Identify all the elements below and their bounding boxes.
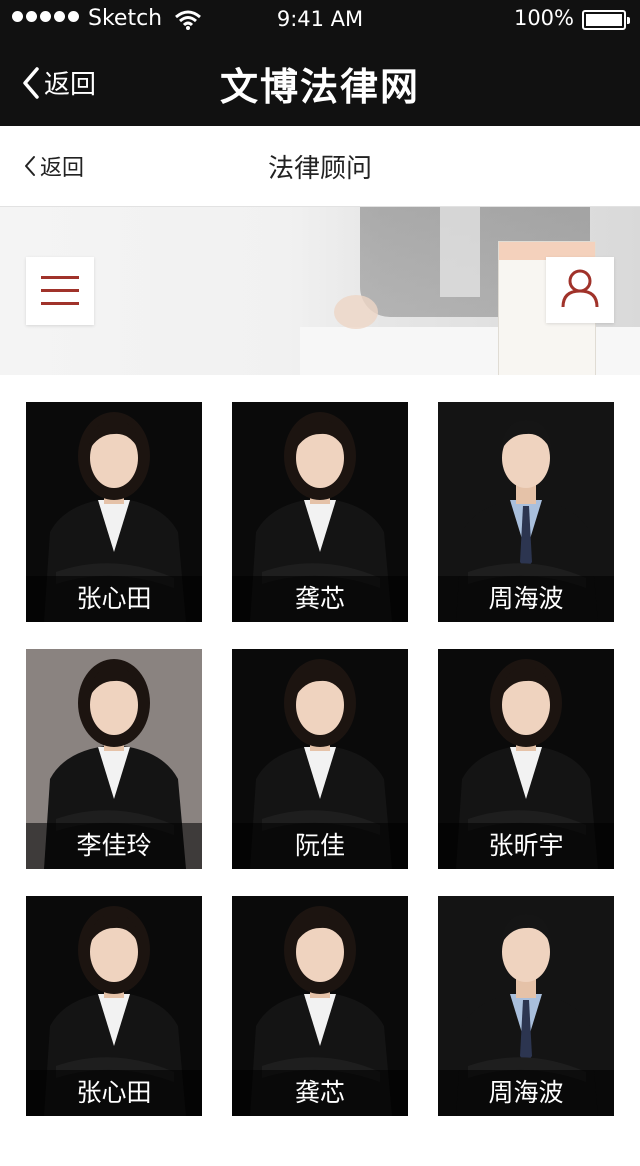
hamburger-menu-icon (41, 276, 79, 279)
lawyer-card[interactable]: 龚芯 (232, 402, 408, 622)
lawyer-card[interactable]: 龚芯 (232, 896, 408, 1116)
lawyer-card[interactable]: 周海波 (438, 896, 614, 1116)
lawyer-name: 周海波 (438, 576, 614, 622)
lawyer-name: 李佳玲 (26, 823, 202, 869)
menu-button[interactable] (26, 257, 94, 325)
lawyer-name: 阮佳 (232, 823, 408, 869)
page-title: 法律顾问 (267, 154, 372, 184)
lawyer-name: 张心田 (26, 576, 202, 622)
battery-percentage: 100% (513, 6, 574, 30)
lawyer-card[interactable]: 张心田 (26, 402, 202, 622)
lawyer-card[interactable]: 李佳玲 (26, 649, 202, 869)
battery-icon (582, 10, 630, 30)
app-title: 文博法律网 (219, 65, 420, 109)
lawyer-name: 张心田 (26, 1070, 202, 1116)
lawyer-name: 龚芯 (232, 576, 408, 622)
app-header: 返回 文博法律网 (0, 40, 640, 126)
lawyer-card[interactable]: 周海波 (438, 402, 614, 622)
user-icon (561, 269, 599, 308)
status-bar: Sketch 9:41 AM 100% (0, 0, 640, 40)
lawyer-name: 周海波 (438, 1070, 614, 1116)
lawyer-name: 张昕宇 (438, 823, 614, 869)
page-header: 返回 法律顾问 (0, 126, 640, 207)
lawyer-card[interactable]: 阮佳 (232, 649, 408, 869)
lawyer-card[interactable]: 张昕宇 (438, 649, 614, 869)
lawyer-card[interactable]: 张心田 (26, 896, 202, 1116)
banner (0, 207, 640, 375)
user-button[interactable] (546, 257, 614, 323)
lawyer-name: 龚芯 (232, 1070, 408, 1116)
